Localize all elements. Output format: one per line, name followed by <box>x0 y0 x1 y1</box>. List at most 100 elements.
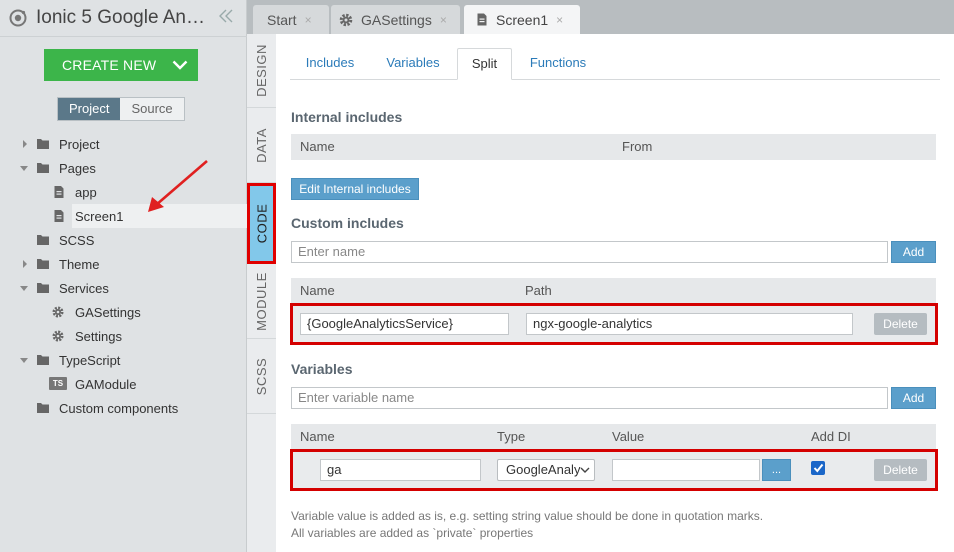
caret-down-icon[interactable] <box>19 163 29 173</box>
caret-down-icon[interactable] <box>19 355 29 365</box>
custom-includes-header: Name Path <box>291 278 936 304</box>
close-icon[interactable]: × <box>440 13 447 27</box>
editor-mode-tabs: DESIGN DATA CODE MODULE SCSS <box>247 34 276 552</box>
tree-item-scss[interactable]: SCSS <box>0 228 247 252</box>
file-tabs-bar: Start × GASettings × Screen1 × <box>247 0 954 34</box>
subtab-split[interactable]: Split <box>457 48 512 80</box>
vtab-label: MODULE <box>254 271 269 331</box>
variables-header: Name Type Value Add DI <box>291 424 936 450</box>
caret-down-icon[interactable] <box>19 283 29 293</box>
variables-title: Variables <box>291 361 353 377</box>
tree-item-label: TypeScript <box>59 352 121 368</box>
delete-include-button[interactable]: Delete <box>874 313 927 335</box>
add-variable-button[interactable]: Add <box>891 387 936 409</box>
page-icon <box>54 210 64 222</box>
select-value: GoogleAnaly <box>506 462 581 477</box>
folder-icon <box>37 259 49 269</box>
include-name-field[interactable]: {GoogleAnalyticsService} <box>300 313 509 335</box>
col-add-di: Add DI <box>811 429 851 444</box>
include-path-field[interactable]: ngx-google-analytics <box>526 313 853 335</box>
value-picker-button[interactable]: ... <box>762 459 791 481</box>
vtab-label: SCSS <box>254 357 269 395</box>
variable-name-field[interactable]: ga <box>320 459 481 481</box>
vtab-scss[interactable]: SCSS <box>247 339 276 414</box>
custom-include-row: {GoogleAnalyticsService} ngx-google-anal… <box>291 304 936 344</box>
variable-name-input[interactable]: Enter variable name <box>291 387 888 409</box>
tab-start[interactable]: Start × <box>253 5 329 34</box>
folder-icon <box>37 163 49 173</box>
caret-right-icon[interactable] <box>20 139 30 149</box>
col-path: Path <box>525 283 552 298</box>
folder-icon <box>37 139 49 149</box>
tab-screen1[interactable]: Screen1 × <box>464 5 580 34</box>
add-di-checkbox[interactable] <box>811 461 825 475</box>
code-subtabs: Includes Variables Split Functions <box>290 48 940 80</box>
tab-gasettings[interactable]: GASettings × <box>331 5 460 34</box>
vtab-design[interactable]: DESIGN <box>247 34 276 108</box>
tree-item-gasettings[interactable]: GASettings <box>0 300 247 324</box>
vtab-label: CODE <box>254 203 269 243</box>
source-toggle-button[interactable]: Source <box>120 98 184 120</box>
tree-item-custom-components[interactable]: Custom components <box>0 396 247 420</box>
vtab-code[interactable]: CODE <box>247 183 276 264</box>
tree-item-gamodule[interactable]: TS GAModule <box>0 372 247 396</box>
project-panel: Ionic 5 Google Ana... CREATE NEW Project… <box>0 0 247 552</box>
page-icon <box>54 186 64 198</box>
tree-item-services[interactable]: Services <box>0 276 247 300</box>
ts-icon: TS <box>49 377 67 390</box>
folder-icon <box>37 283 49 293</box>
tree-item-label: Theme <box>59 256 100 272</box>
tree-item-settings[interactable]: Settings <box>0 324 247 348</box>
tree-item-project[interactable]: Project <box>0 132 247 156</box>
close-icon[interactable]: × <box>305 13 312 27</box>
col-name: Name <box>300 139 335 154</box>
project-toggle-button[interactable]: Project <box>58 98 121 120</box>
create-new-button[interactable]: CREATE NEW <box>44 49 198 81</box>
add-custom-include-button[interactable]: Add <box>891 241 936 263</box>
custom-includes-title: Custom includes <box>291 215 404 231</box>
tab-label: Screen1 <box>496 11 549 28</box>
caret-right-icon[interactable] <box>20 259 30 269</box>
variables-note-line1: Variable value is added as is, e.g. sett… <box>291 509 764 523</box>
tree-item-typescript[interactable]: TypeScript <box>0 348 247 372</box>
tree-item-label: GAModule <box>75 376 137 392</box>
tree-item-label: Project <box>59 136 100 152</box>
close-icon[interactable]: × <box>556 13 563 27</box>
col-value: Value <box>612 429 645 444</box>
edit-internal-includes-button[interactable]: Edit Internal includes <box>291 178 419 200</box>
tree-item-screen1[interactable]: Screen1 <box>0 204 247 228</box>
project-source-toggle: Project Source <box>57 97 185 121</box>
col-name: Name <box>300 429 335 444</box>
tree-item-theme[interactable]: Theme <box>0 252 247 276</box>
folder-icon <box>37 403 49 413</box>
tree-item-pages[interactable]: Pages <box>0 156 247 180</box>
internal-includes-title: Internal includes <box>291 109 403 125</box>
double-chevron-left-icon[interactable] <box>217 9 235 27</box>
tree-item-label: app <box>75 184 97 200</box>
folder-icon <box>37 355 49 365</box>
chevron-down-icon[interactable] <box>162 49 198 81</box>
col-name: Name <box>300 283 335 298</box>
tree-item-label: Screen1 <box>75 208 124 224</box>
chevron-down-icon <box>580 467 590 473</box>
col-type: Type <box>497 429 526 444</box>
tab-label: Start <box>267 11 297 28</box>
page-icon <box>477 13 487 26</box>
delete-variable-button[interactable]: Delete <box>874 459 927 481</box>
subtab-variables[interactable]: Variables <box>376 48 450 80</box>
subtab-includes[interactable]: Includes <box>290 48 370 80</box>
tree-item-label: Settings <box>75 328 122 344</box>
custom-include-name-input[interactable]: Enter name <box>291 241 888 263</box>
tree-item-label: GASettings <box>75 304 141 320</box>
vtab-module[interactable]: MODULE <box>247 264 276 339</box>
tree-item-label: Pages <box>59 160 96 176</box>
app-window: Ionic 5 Google Ana... CREATE NEW Project… <box>0 0 954 552</box>
variable-type-select[interactable]: GoogleAnaly <box>497 459 595 481</box>
gear-icon <box>52 306 64 318</box>
variable-value-field[interactable] <box>612 459 760 481</box>
tree-item-app[interactable]: app <box>0 180 247 204</box>
folder-icon <box>37 235 49 245</box>
vtab-data[interactable]: DATA <box>247 108 276 183</box>
variables-note-line2: All variables are added as `private` pro… <box>291 526 534 540</box>
subtab-functions[interactable]: Functions <box>518 48 598 80</box>
